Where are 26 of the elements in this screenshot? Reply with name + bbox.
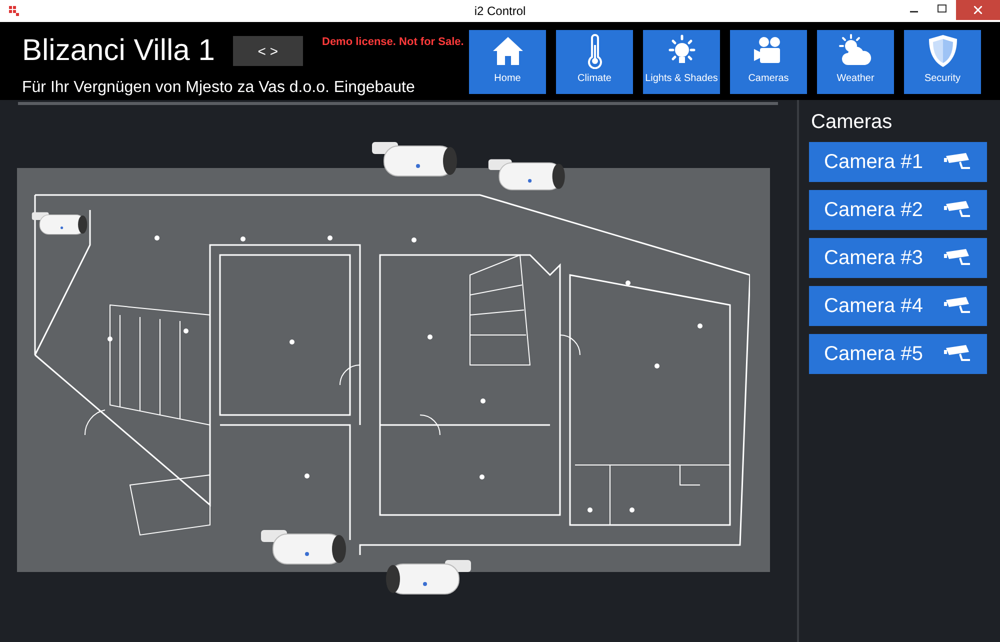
scroll-bar[interactable] xyxy=(18,102,778,105)
camera-button[interactable]: Camera #1 xyxy=(809,142,987,182)
camera-button[interactable]: Camera #3 xyxy=(809,238,987,278)
subtitle: Für Ihr Vergnügen von Mjesto za Vas d.o.o. Eingebaute xyxy=(22,78,416,98)
cctv-icon xyxy=(944,296,972,316)
nav-tile[interactable]: Security xyxy=(904,30,981,94)
sidebar-title: Cameras xyxy=(811,110,894,134)
app-icon xyxy=(9,6,19,16)
close-icon xyxy=(974,6,982,14)
cctv-icon xyxy=(944,344,972,364)
pager-button[interactable]: < > xyxy=(232,36,303,66)
close-button[interactable] xyxy=(956,0,1000,20)
nav-tile[interactable]: Lights & Shades xyxy=(643,30,720,94)
nav-tile[interactable]: Climate xyxy=(556,30,633,94)
camera-button[interactable]: Camera #5 xyxy=(809,334,987,374)
nav-tile[interactable]: Home xyxy=(469,30,546,94)
cctv-icon xyxy=(944,248,972,268)
cctv-icon xyxy=(944,152,972,172)
camera-button[interactable]: Camera #4 xyxy=(809,286,987,326)
window-title: i2 Control xyxy=(474,3,526,20)
camera-button[interactable]: Camera #2 xyxy=(809,190,987,230)
nav-tile[interactable]: Weather xyxy=(817,30,894,94)
villa-title: Blizanci Villa 1 xyxy=(22,34,215,68)
cctv-icon xyxy=(944,200,972,220)
demo-license-notice: Demo license. Not for Sale. xyxy=(322,35,464,50)
nav-tile[interactable]: Cameras xyxy=(730,30,807,94)
